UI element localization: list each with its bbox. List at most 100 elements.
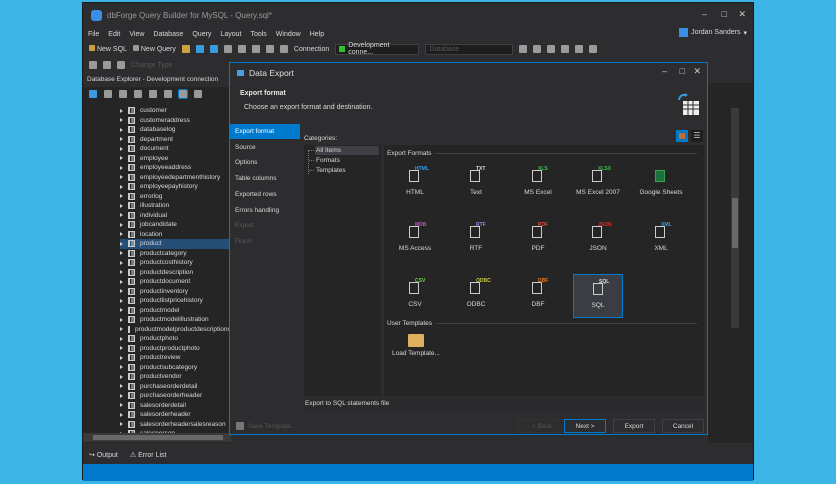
tree-item[interactable]: employee xyxy=(120,154,232,164)
format-odbc[interactable]: ODBC ODBC xyxy=(451,274,501,318)
delete-icon[interactable] xyxy=(104,90,112,98)
expand-arrow-icon[interactable] xyxy=(120,327,123,332)
undo-icon[interactable] xyxy=(265,45,274,53)
export-button[interactable]: Export xyxy=(613,419,655,433)
menu-view[interactable]: View xyxy=(129,31,144,38)
paste-icon[interactable] xyxy=(251,45,260,53)
tree-item[interactable]: department xyxy=(120,135,232,145)
folder-icon[interactable] xyxy=(408,334,424,347)
expand-arrow-icon[interactable] xyxy=(120,184,123,189)
expand-arrow-icon[interactable] xyxy=(120,393,123,398)
minimize-icon[interactable]: – xyxy=(702,9,707,19)
tree-item[interactable]: productinventory xyxy=(120,287,232,297)
change-type-select[interactable]: Change Type xyxy=(131,62,173,69)
delete-icon[interactable] xyxy=(117,61,125,69)
align-right-icon[interactable] xyxy=(575,45,584,53)
horizontal-scrollbar[interactable] xyxy=(83,433,231,442)
output-tab[interactable]: ↪ Output xyxy=(89,451,118,459)
expand-arrow-icon[interactable] xyxy=(120,384,123,389)
align-icon[interactable] xyxy=(533,45,542,53)
new-sql-button[interactable]: New SQL xyxy=(89,45,127,53)
expand-arrow-icon[interactable] xyxy=(120,203,123,208)
tree-item[interactable]: productphoto xyxy=(120,334,232,344)
expand-arrow-icon[interactable] xyxy=(120,270,123,275)
tree-item[interactable]: individual xyxy=(120,211,232,221)
tree-item[interactable]: customer xyxy=(120,106,232,116)
expand-arrow-icon[interactable] xyxy=(120,336,123,341)
tree-item[interactable]: productmodelillustration xyxy=(120,315,232,325)
format-google-sheets[interactable]: Google Sheets xyxy=(636,162,686,206)
tree-item[interactable]: customeraddress xyxy=(120,116,232,126)
load-template-button[interactable]: Load Template... xyxy=(392,350,440,358)
nav-item[interactable]: Options xyxy=(230,155,300,170)
database-select[interactable]: Database xyxy=(425,43,514,55)
format-rtf[interactable]: RTF RTF xyxy=(451,218,501,262)
menu-window[interactable]: Window xyxy=(276,31,301,38)
layout-icon[interactable] xyxy=(519,45,528,53)
expand-arrow-icon[interactable] xyxy=(120,241,123,246)
tree-item[interactable]: location xyxy=(120,230,232,240)
save-all-icon[interactable] xyxy=(209,45,218,53)
tree-item[interactable]: employeedepartmenthistory xyxy=(120,173,232,183)
format-dbf[interactable]: DBF DBF xyxy=(513,274,563,318)
close-icon[interactable]: ✕ xyxy=(693,66,701,77)
expand-arrow-icon[interactable] xyxy=(120,365,123,370)
expand-arrow-icon[interactable] xyxy=(120,137,123,142)
menu-tools[interactable]: Tools xyxy=(250,31,266,38)
expand-arrow-icon[interactable] xyxy=(120,194,123,199)
menu-help[interactable]: Help xyxy=(310,31,324,38)
format-csv[interactable]: CSV CSV xyxy=(390,274,440,318)
tree-item[interactable]: productcategory xyxy=(120,249,232,259)
close-icon[interactable]: ✕ xyxy=(738,9,746,20)
align-top-icon[interactable] xyxy=(589,45,598,53)
stop-icon[interactable] xyxy=(89,61,97,69)
format-sql[interactable]: SQL SQL xyxy=(573,274,623,318)
new-query-button[interactable]: New Query xyxy=(132,45,176,53)
filter-icon[interactable] xyxy=(194,90,202,98)
nav-item[interactable]: Export format xyxy=(230,124,300,139)
menu-layout[interactable]: Layout xyxy=(220,31,241,38)
vertical-scrollbar[interactable] xyxy=(731,108,739,328)
expand-arrow-icon[interactable] xyxy=(120,298,123,303)
menu-file[interactable]: File xyxy=(88,31,99,38)
format-ms-access[interactable]: MDB MS Access xyxy=(390,218,440,262)
expand-arrow-icon[interactable] xyxy=(120,317,123,322)
expand-arrow-icon[interactable] xyxy=(120,279,123,284)
expand-arrow-icon[interactable] xyxy=(120,108,123,113)
filter-objects-icon[interactable] xyxy=(178,89,188,99)
tree-item[interactable]: document xyxy=(120,144,232,154)
format-ms-excel[interactable]: XLS MS Excel xyxy=(513,162,563,206)
nav-item[interactable]: Errors handling xyxy=(230,203,300,218)
tree-item[interactable]: employeepayhistory xyxy=(120,182,232,192)
expand-arrow-icon[interactable] xyxy=(120,127,123,132)
category-item[interactable]: Formats xyxy=(309,156,379,165)
expand-arrow-icon[interactable] xyxy=(120,422,123,427)
expand-arrow-icon[interactable] xyxy=(120,289,123,294)
menu-query[interactable]: Query xyxy=(192,31,211,38)
nav-item[interactable]: Table columns xyxy=(230,171,300,186)
align-center-icon[interactable] xyxy=(561,45,570,53)
expand-arrow-icon[interactable] xyxy=(120,251,123,256)
tree-item[interactable]: errorlog xyxy=(120,192,232,202)
redo-icon[interactable] xyxy=(279,45,288,53)
refresh-icon[interactable] xyxy=(103,61,111,69)
open-icon[interactable] xyxy=(181,45,190,53)
user-account[interactable]: Jordan Sanders ▾ xyxy=(679,28,747,37)
expand-arrow-icon[interactable] xyxy=(120,260,123,265)
scrollbar-thumb[interactable] xyxy=(732,198,738,248)
error-list-tab[interactable]: ⚠ Error List xyxy=(130,451,167,459)
maximize-icon[interactable]: □ xyxy=(680,66,685,76)
expand-arrow-icon[interactable] xyxy=(120,175,123,180)
tree-item[interactable]: product xyxy=(120,239,232,249)
tree-item[interactable]: productdocument xyxy=(120,277,232,287)
maximize-icon[interactable]: □ xyxy=(722,9,727,19)
tree-item[interactable]: salesorderheadersalesreason xyxy=(120,420,232,430)
tree-item[interactable]: productmodel xyxy=(120,306,232,316)
tree-item[interactable]: employeeaddress xyxy=(120,163,232,173)
tree-item[interactable]: salesorderheader xyxy=(120,410,232,420)
expand-arrow-icon[interactable] xyxy=(120,374,123,379)
tree-item[interactable]: productlistpricehistory xyxy=(120,296,232,306)
category-item[interactable]: All Items xyxy=(309,146,379,155)
format-html[interactable]: HTML HTML xyxy=(390,162,440,206)
tree-item[interactable]: salesorderdetail xyxy=(120,401,232,411)
